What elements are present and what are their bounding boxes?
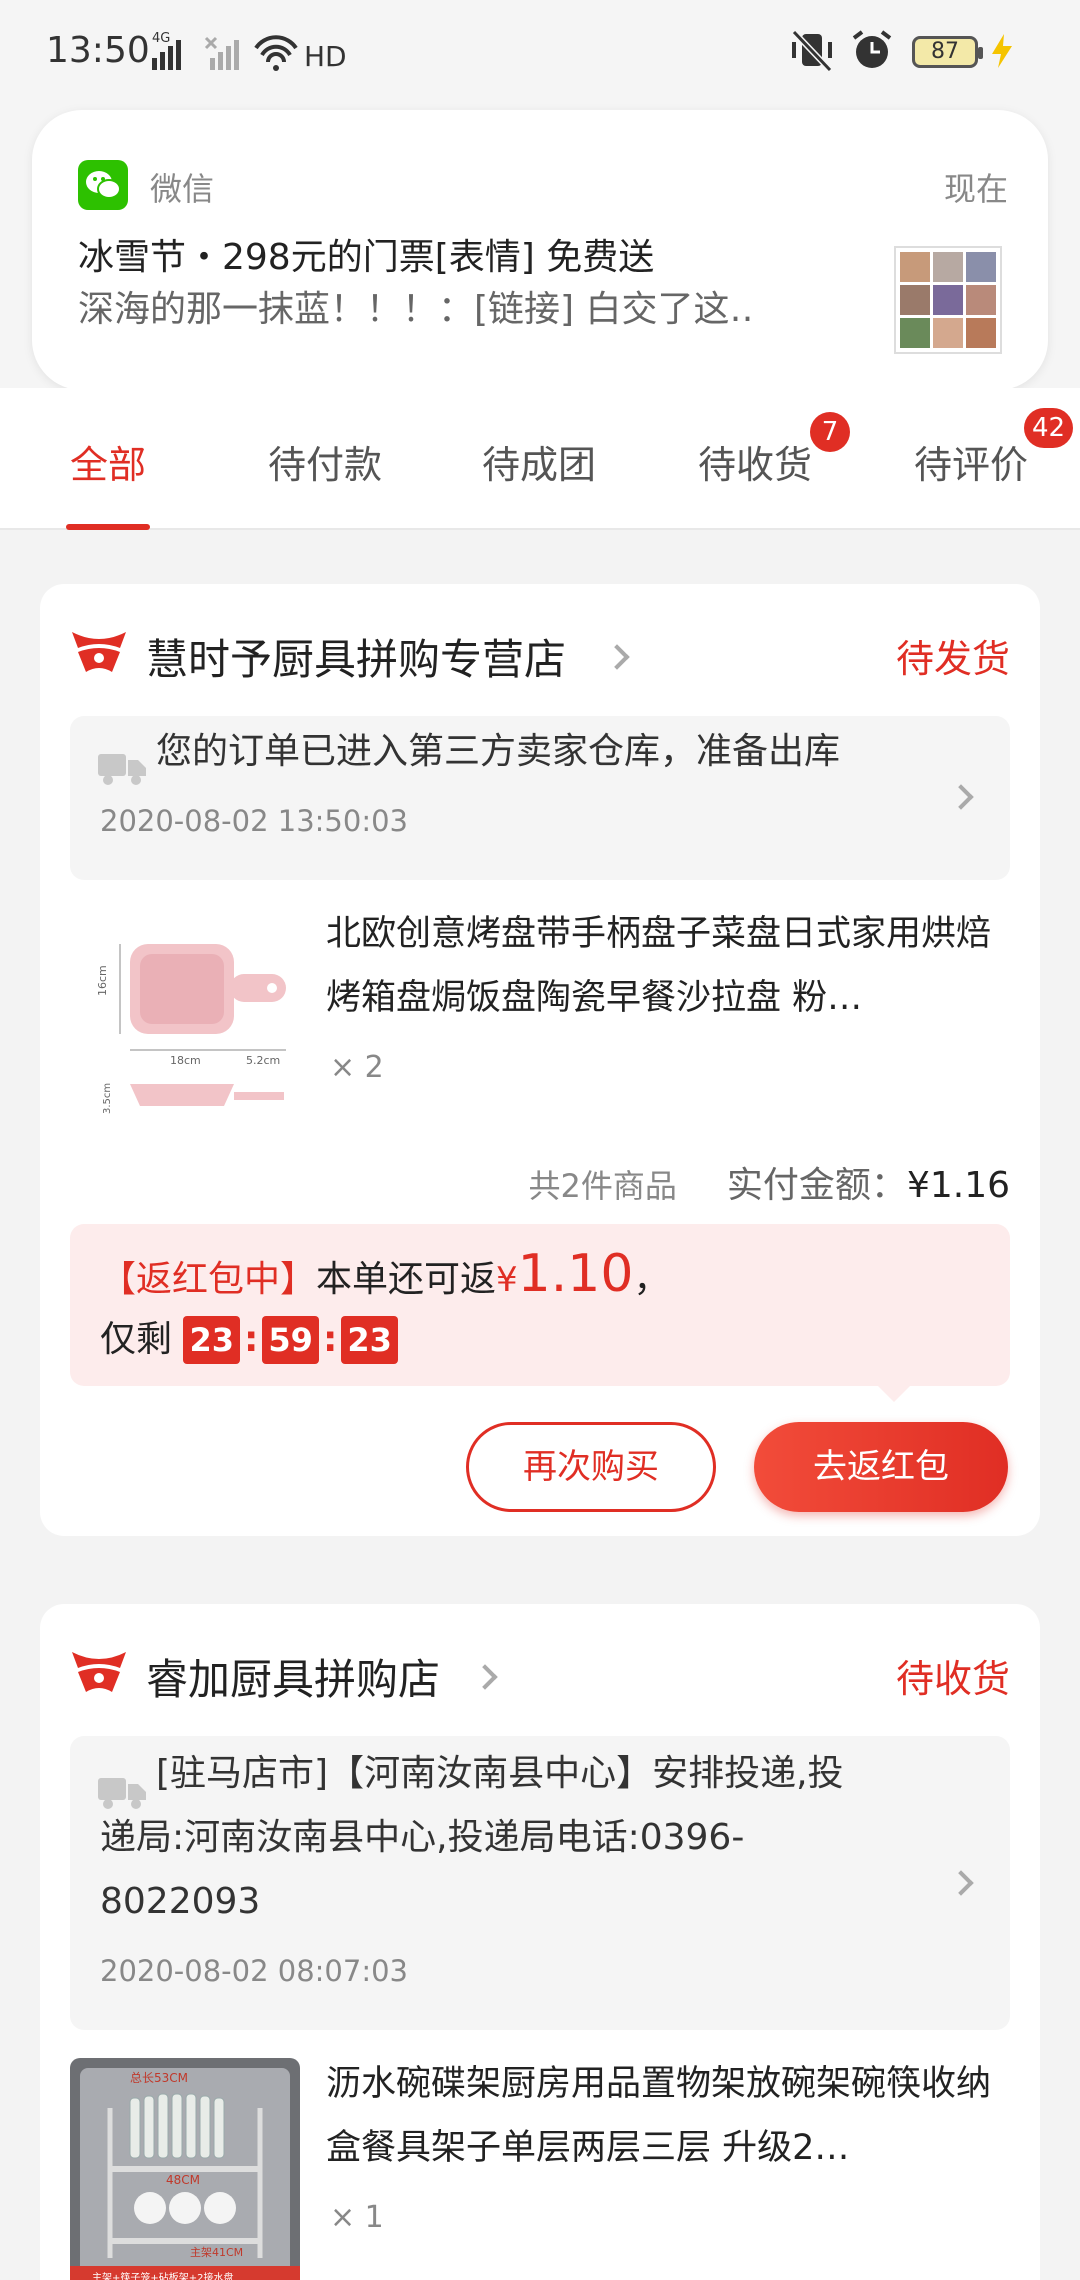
- order-status: 待发货: [895, 637, 1010, 681]
- status-time: 13:50: [46, 30, 150, 71]
- redpacket-banner: 【返红包中】本单还可返¥1.10， 仅剩 23:59:23: [70, 1224, 1010, 1402]
- countdown-hours: 23: [183, 1316, 240, 1364]
- logistics-panel[interactable]: [驻马店市]【河南汝南县中心】安排投递,投递局:河南汝南县中心,投递局电话:03…: [70, 1736, 1010, 2030]
- wechat-notification[interactable]: 微信 现在 冰雪节・298元的门票[表情] 免费送 深海的那一抹蓝！！！：[链接…: [32, 110, 1048, 390]
- dim-handle-label: 5.2cm: [246, 1054, 280, 1067]
- notification-title: 冰雪节・298元的门票[表情] 免费送: [78, 237, 655, 278]
- amount-label: 实付金额：: [726, 1165, 907, 1206]
- status-bar: 13:50 4G HD 87: [0, 0, 1080, 110]
- alarm-icon: [852, 30, 892, 68]
- redpacket-amount: 1.10: [517, 1244, 634, 1304]
- pending-review-badge: 42: [1024, 408, 1074, 448]
- product-title[interactable]: 沥水碗碟架厨房用品置物架放碗架碗筷收纳盒餐具架子单层两层三层 升级2…: [326, 2052, 1016, 2180]
- redpacket-currency: ¥: [496, 1260, 518, 1300]
- product-quantity: × 1: [330, 2200, 384, 2235]
- claim-redpacket-button[interactable]: 去返红包: [754, 1422, 1008, 1512]
- truck-icon: [98, 754, 146, 785]
- dim-height-label: 16cm: [96, 965, 109, 996]
- tab-pending-group[interactable]: 待成团: [482, 434, 596, 489]
- order-card: 睿加厨具拼购店 待收货 [驻马店市]【河南汝南县中心】安排投递,投递局:河南汝南…: [40, 1604, 1040, 2280]
- logistics-chevron-icon: [948, 1870, 974, 1896]
- redpacket-text: 本单还可返: [316, 1259, 497, 1300]
- logistics-panel[interactable]: 您的订单已进入第三方卖家仓库，准备出库 2020-08-02 13:50:03: [70, 716, 1010, 880]
- countdown-seconds: 23: [341, 1316, 398, 1364]
- shop-logo-icon: [72, 1652, 126, 1692]
- tab-active-indicator: [66, 524, 150, 530]
- shop-chevron-icon[interactable]: [604, 644, 630, 670]
- notification-thumbnail: [894, 246, 1002, 354]
- battery-icon: 87: [912, 36, 983, 68]
- logistics-text: [驻马店市]【河南汝南县中心】安排投递,投递局:河南汝南县中心,投递局电话:03…: [100, 1753, 844, 1922]
- top-area: 13:50 4G HD 87 微信 现在 冰雪节・298元的门票[表情] 免费送…: [0, 0, 1080, 390]
- product-image[interactable]: 总长53CM 48CM 主架41CM 主架+筷子笼+砧板架+2接水盘: [70, 2058, 300, 2280]
- tab-pending-receipt[interactable]: 待收货: [698, 434, 812, 489]
- pending-receipt-badge: 7: [810, 412, 850, 452]
- charging-icon: [992, 34, 1012, 68]
- rebuy-button[interactable]: 再次购买: [466, 1422, 716, 1512]
- wechat-icon: [78, 160, 128, 210]
- dim-top-label: 总长53CM: [130, 2071, 188, 2085]
- logistics-text: 您的订单已进入第三方卖家仓库，准备出库: [156, 731, 841, 772]
- network-type-label: 4G: [152, 31, 170, 46]
- logistics-chevron-icon: [948, 784, 974, 810]
- countdown-label: 仅剩: [100, 1319, 173, 1360]
- shop-chevron-icon[interactable]: [472, 1664, 498, 1690]
- dim-depth-label: 3.5cm: [102, 1083, 113, 1114]
- notification-body: 深海的那一抹蓝！！！：[链接] 白交了这‥: [78, 289, 754, 330]
- tab-all[interactable]: 全部: [70, 434, 146, 489]
- signal-wifi-icons: 4G HD: [152, 31, 347, 72]
- notification-time: 现在: [943, 170, 1008, 208]
- shop-name[interactable]: 慧时予厨具拼购专营店: [146, 626, 566, 687]
- paid-amount: ¥1.16: [906, 1165, 1010, 1206]
- tab-pending-review[interactable]: 待评价: [914, 434, 1028, 489]
- dim-width-label: 18cm: [170, 1054, 201, 1067]
- wifi-label: HD: [304, 40, 347, 72]
- redpacket-tag: 【返红包中】: [100, 1259, 317, 1300]
- order-summary: 共2件商品 实付金额：¥1.16: [529, 1156, 1010, 1208]
- mute-vibrate-icon: [791, 30, 833, 72]
- countdown-separator: :: [322, 1319, 338, 1360]
- order-tabs: 全部 待付款 待成团 待收货 7 待评价 42: [0, 388, 1080, 530]
- status-right: 87: [790, 28, 1050, 74]
- dim-bottom-label: 主架+筷子笼+砧板架+2接水盘: [92, 2271, 234, 2280]
- tab-pending-payment[interactable]: 待付款: [268, 434, 382, 489]
- product-image[interactable]: 16cm 18cm 5.2cm 3.5cm: [70, 904, 300, 1134]
- order-card: 慧时予厨具拼购专营店 待发货 您的订单已进入第三方卖家仓库，准备出库 2020-…: [40, 584, 1040, 1536]
- shop-name[interactable]: 睿加厨具拼购店: [146, 1646, 440, 1707]
- product-quantity: × 2: [330, 1050, 384, 1085]
- logistics-date: 2020-08-02 13:50:03: [100, 804, 408, 838]
- order-status: 待收货: [895, 1657, 1010, 1701]
- countdown-separator: :: [244, 1319, 259, 1360]
- logistics-date: 2020-08-02 08:07:03: [100, 1954, 408, 1988]
- item-count: 共2件商品: [528, 1167, 677, 1205]
- notification-app-name: 微信: [150, 170, 215, 208]
- dim-low-label: 主架41CM: [190, 2246, 243, 2259]
- redpacket-comma: ，: [633, 1259, 670, 1300]
- countdown-minutes: 59: [262, 1316, 319, 1364]
- product-title[interactable]: 北欧创意烤盘带手柄盘子菜盘日式家用烘焙烤箱盘焗饭盘陶瓷早餐沙拉盘 粉…: [326, 902, 1016, 1030]
- dim-mid-label: 48CM: [166, 2173, 200, 2187]
- shop-logo-icon: [72, 632, 126, 672]
